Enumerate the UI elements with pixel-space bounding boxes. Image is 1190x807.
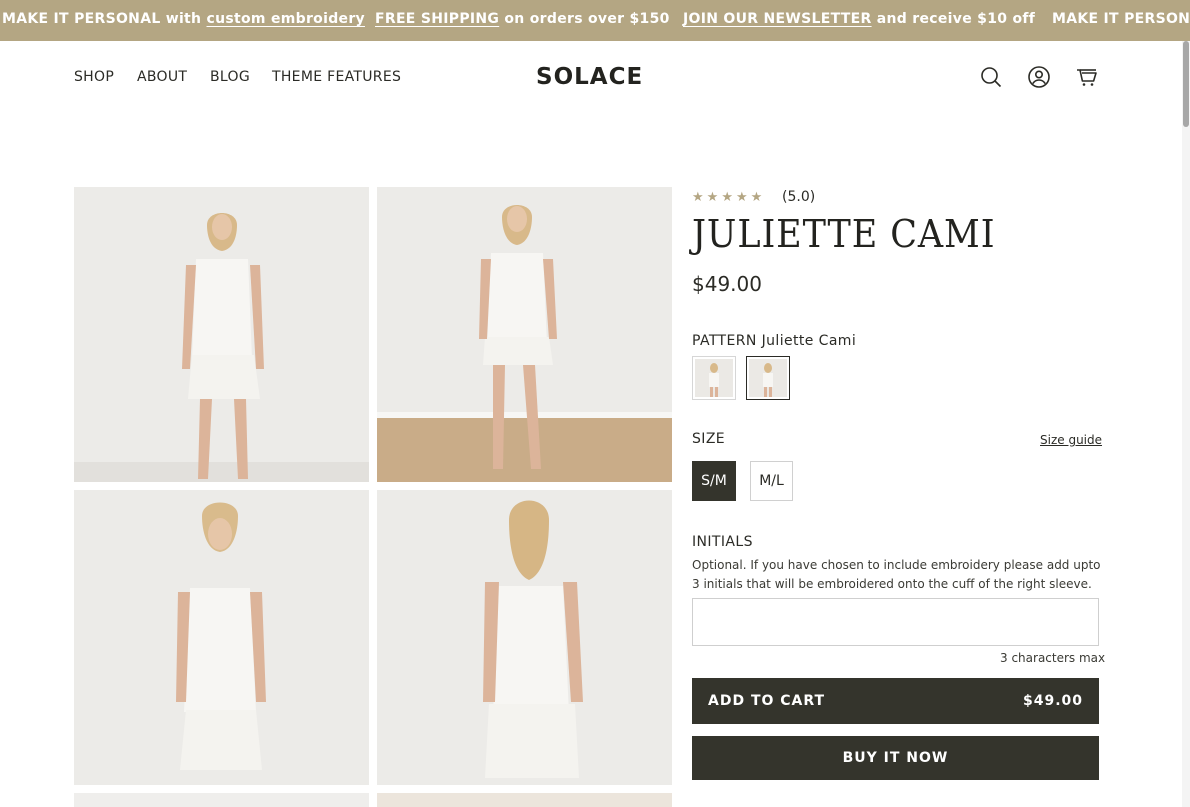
announcement-bar: MAKE IT PERSONAL with custom embroidery … [0, 0, 1190, 41]
product-image-6[interactable] [377, 793, 672, 807]
search-icon[interactable] [979, 65, 1003, 89]
star-icon: ★ [721, 190, 733, 205]
buy-it-now-button[interactable]: BUY IT NOW [692, 736, 1099, 780]
announcement-text: and receive $10 off [876, 11, 1036, 27]
announcement-item: MAKE IT PERSONAL with custom embroidery [2, 11, 365, 27]
announcement-link-shipping[interactable]: FREE SHIPPING [375, 11, 499, 27]
site-header: SHOP ABOUT BLOG THEME FEATURES SOLACE [0, 41, 1182, 115]
size-option-sm[interactable]: S/M [692, 461, 736, 501]
pattern-swatch[interactable] [692, 356, 736, 400]
site-logo[interactable]: SOLACE [536, 64, 643, 90]
page-scrollbar[interactable] [1182, 41, 1190, 807]
announcement-item: FREE SHIPPING on orders over $150 [375, 11, 670, 27]
pattern-label-row: PATTERN Juliette Cami [692, 333, 856, 349]
nav-about[interactable]: ABOUT [137, 69, 187, 85]
swatch-thumbnail [749, 359, 787, 397]
star-icon: ★ [750, 190, 763, 205]
size-label: SIZE [692, 431, 726, 447]
add-to-cart-button[interactable]: ADD TO CART $49.00 [692, 678, 1099, 724]
pattern-value: Juliette Cami [761, 333, 857, 349]
announcement-text: MAKE IT PERSONAL with [1052, 11, 1190, 27]
initials-help-text: Optional. If you have chosen to include … [692, 558, 1101, 591]
initials-max-note: 3 characters max [1000, 651, 1106, 665]
star-icon: ★ [692, 190, 704, 205]
product-image-5[interactable] [74, 793, 369, 807]
account-icon[interactable] [1027, 65, 1051, 89]
announcement-item: JOIN OUR NEWSLETTER and receive $10 off [683, 11, 1035, 27]
product-title: JULIETTE CAMI [692, 212, 996, 256]
size-guide-link[interactable]: Size guide [1040, 433, 1102, 447]
pattern-label: PATTERN [692, 333, 757, 349]
initials-input[interactable] [692, 598, 1099, 646]
announcement-link-embroidery[interactable]: custom embroidery [207, 11, 365, 27]
size-option-ml[interactable]: M/L [750, 461, 793, 501]
nav-shop[interactable]: SHOP [74, 69, 114, 85]
announcement-text: MAKE IT PERSONAL with [2, 11, 202, 27]
product-image-3[interactable] [74, 490, 369, 785]
nav-blog[interactable]: BLOG [210, 69, 250, 85]
announcement-link-newsletter[interactable]: JOIN OUR NEWSLETTER [683, 11, 872, 27]
star-icon: ★ [706, 190, 719, 205]
star-icon: ★ [735, 190, 748, 205]
product-image-2[interactable] [377, 187, 672, 482]
rating-value[interactable]: (5.0) [782, 189, 815, 205]
announcement-item: MAKE IT PERSONAL with [1052, 11, 1190, 27]
announcement-text: on orders over $150 [504, 11, 670, 27]
initials-label: INITIALS [692, 534, 753, 550]
product-price: $49.00 [692, 272, 762, 296]
nav-theme-features[interactable]: THEME FEATURES [272, 69, 401, 85]
scrollbar-thumb[interactable] [1183, 41, 1189, 127]
add-to-cart-price: $49.00 [1022, 693, 1083, 709]
product-image-1[interactable] [74, 187, 369, 482]
pattern-swatch-selected[interactable] [746, 356, 790, 400]
product-image-4[interactable] [377, 490, 672, 785]
rating-stars[interactable]: ★ ★ ★ ★ ★ [692, 190, 762, 205]
cart-icon[interactable] [1075, 65, 1099, 89]
swatch-thumbnail [695, 359, 733, 397]
add-to-cart-label: ADD TO CART [708, 693, 826, 709]
